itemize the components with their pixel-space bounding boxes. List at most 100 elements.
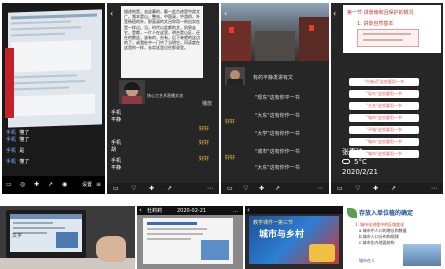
video-tile-2[interactable]: ‹ 描述的是，去这幕的，截一此古迹是中部文广。频本是山，整站，中国溪，中游桥，外… [107, 3, 219, 194]
side-label: 播放 [202, 101, 213, 107]
more-icon[interactable]: ⋯ [431, 186, 437, 192]
back-icon[interactable]: ‹ [139, 207, 142, 214]
slide-subtitle: 1. 讲景自然基本 [357, 21, 394, 27]
banner-subtitle: 教学课件一第三节 [253, 220, 294, 226]
chat-name: 平静 [111, 165, 122, 171]
video-tile-5[interactable]: 文字 [0, 206, 135, 269]
bullet: c.城市化内地面结构 [359, 240, 395, 245]
badge: 好好 [199, 156, 210, 162]
stream-title: 杜莉莉 [147, 208, 163, 214]
video-tile-8[interactable]: 存放入单位植的确定 1. 城市化进程中的区域变化 a.城市中人口的增长和数量 b… [345, 206, 445, 269]
back-icon[interactable]: ‹ [224, 10, 227, 18]
back-icon[interactable]: ‹ [247, 207, 250, 214]
toolbar: ▭ ♡ ✚ ↗ ⋯ [107, 183, 219, 194]
heart-icon[interactable]: ♡ [355, 186, 360, 192]
heart-icon[interactable]: ♡ [131, 186, 136, 192]
chat-message: "城市"这有你作一书 [255, 149, 300, 155]
chat-icon[interactable]: ▭ [337, 186, 343, 192]
share-icon[interactable]: ↗ [48, 182, 53, 188]
list-button[interactable]: "现东"这些要用一书 [349, 90, 419, 98]
weather-temp: 5°C [354, 158, 367, 166]
badge: 好好 [199, 140, 210, 146]
slide-title: 第一节 讲景南和且保护的概况 [347, 10, 414, 16]
gift-icon[interactable]: ✚ [259, 186, 264, 192]
chat-icon[interactable]: ▭ [227, 186, 233, 192]
gift-icon[interactable]: ✚ [34, 182, 39, 188]
chat-text: 懂了 [19, 137, 30, 143]
slide [143, 218, 233, 264]
hand [96, 236, 126, 262]
slide-title: 存放入单位植的确定 [359, 210, 414, 217]
chat-message: "大东"这有你作一书 [255, 165, 300, 171]
toolbar: ▭ ♡ ✚ ↗ ⋯ [331, 183, 443, 194]
video-tile-3[interactable]: ‹ 有的平静发讲有文 "现东"这有你平一书 "大东"这有你作一书 "大学"这有你… [221, 3, 329, 194]
chat-name: 平静 [111, 117, 122, 123]
city-image [403, 244, 441, 266]
more-icon[interactable]: ⋯ [207, 186, 213, 192]
chat-message: "大东"这有你作一书 [255, 113, 300, 119]
phone-toolbar: ▭ ◎ ✚ ↗ ◉ 设置 ≡ [2, 176, 105, 194]
chat-line: 手机: 懂了 [6, 159, 30, 165]
leaf-decoration [347, 208, 357, 218]
chat-text: 是 [19, 148, 25, 154]
chat-line: 手机: 懂了 [6, 130, 30, 136]
chat-text: 懂了 [19, 159, 30, 165]
mic-icon[interactable]: ◉ [62, 182, 67, 188]
chat-message: 有的平静发讲有文 [253, 75, 294, 81]
list-button[interactable]: "城市"这些要用一书 [349, 114, 419, 122]
toolbar: ▭ ♡ ✚ ↗ ⋯ [221, 183, 329, 194]
tab-label: 文字 [12, 233, 23, 239]
list-button[interactable]: "兴奋词"这些要用一书 [349, 78, 419, 86]
back-icon[interactable]: ‹ [333, 10, 336, 18]
chat-line: 手机: 懂了 [6, 137, 30, 143]
laptop-base-red [5, 48, 14, 118]
list-button[interactable]: "平城"这些要用一书 [349, 126, 419, 134]
badge: 好好 [225, 119, 236, 125]
video-tile-7[interactable]: ‹ 教学课件一第三节 城市与乡村 [245, 206, 343, 269]
banner-title: 城市与乡村 [259, 230, 305, 240]
chat-message: "大学"这有你作一书 [255, 131, 300, 137]
tablet-topbar: ‹ [245, 206, 343, 214]
street-scene [221, 3, 329, 61]
chat-name: 手机 [111, 158, 122, 164]
settings-label[interactable]: 设置 [82, 182, 92, 188]
badge: 好好 [199, 126, 210, 132]
share-icon[interactable]: ↗ [391, 186, 396, 192]
bullet: 1. 城市化进程中的区域变化 [355, 222, 405, 227]
video-tile-1[interactable]: 手机: 懂了 手机: 懂了 手机: 是 手机: 懂了 ▭ ◎ ✚ ↗ ◉ 设置 … [2, 3, 105, 194]
list-button[interactable]: "城市"这些要用一书 [349, 138, 419, 146]
bullet: a.城市中人口的增长和数量 [359, 228, 407, 233]
share-icon[interactable]: ↗ [275, 186, 280, 192]
more-icon[interactable]: … [233, 208, 238, 214]
chat-icon[interactable]: ▭ [6, 182, 12, 188]
chat-user: 手机 [6, 137, 17, 143]
chat-line: 手机: 是 [6, 148, 25, 154]
chat-text: 懂了 [19, 130, 30, 136]
watermark-name: 张惠琦 [342, 148, 363, 156]
video-tile-6[interactable]: ‹ 杜莉莉 2020-02-21 … [137, 206, 243, 269]
teacher-webcam [119, 80, 145, 104]
chat-name: 手机 [111, 110, 122, 116]
tablet-topbar: ‹ 杜莉莉 2020-02-21 … [137, 206, 243, 215]
heart-icon[interactable]: ♡ [243, 186, 248, 192]
gift-icon[interactable]: ✚ [149, 186, 154, 192]
reading-text: 描述的是，去这幕的，截一此古迹是中部文广。频本是山，整站，中国溪，中游桥，外莹杨… [124, 9, 200, 51]
slide-card: 第一节 讲景南和且保护的概况 1. 讲景自然基本 [343, 5, 441, 53]
bullet: b.城市人口分布和规律 [359, 234, 399, 239]
more-icon[interactable]: ⋯ [317, 186, 323, 192]
back-icon[interactable]: ‹ [110, 10, 113, 18]
chat-user: 手机 [6, 159, 17, 165]
stream-date: 2020-02-21 [177, 208, 207, 214]
list-button[interactable]: "大东"这些要用一书 [349, 102, 419, 110]
laptop-screen [8, 9, 102, 128]
badge: 好好 [225, 155, 236, 161]
chat-user: 手机 [6, 130, 17, 136]
student-webcam [225, 67, 245, 85]
live-label: 快心工艺术直播文流 [147, 93, 183, 98]
share-icon[interactable]: ↗ [167, 186, 172, 192]
gift-icon[interactable]: ✚ [373, 186, 378, 192]
menu-icon[interactable]: ≡ [96, 182, 101, 188]
camera-icon[interactable]: ◎ [20, 182, 25, 188]
footer-text: 城市在人 [359, 258, 375, 263]
chat-icon[interactable]: ▭ [113, 186, 119, 192]
